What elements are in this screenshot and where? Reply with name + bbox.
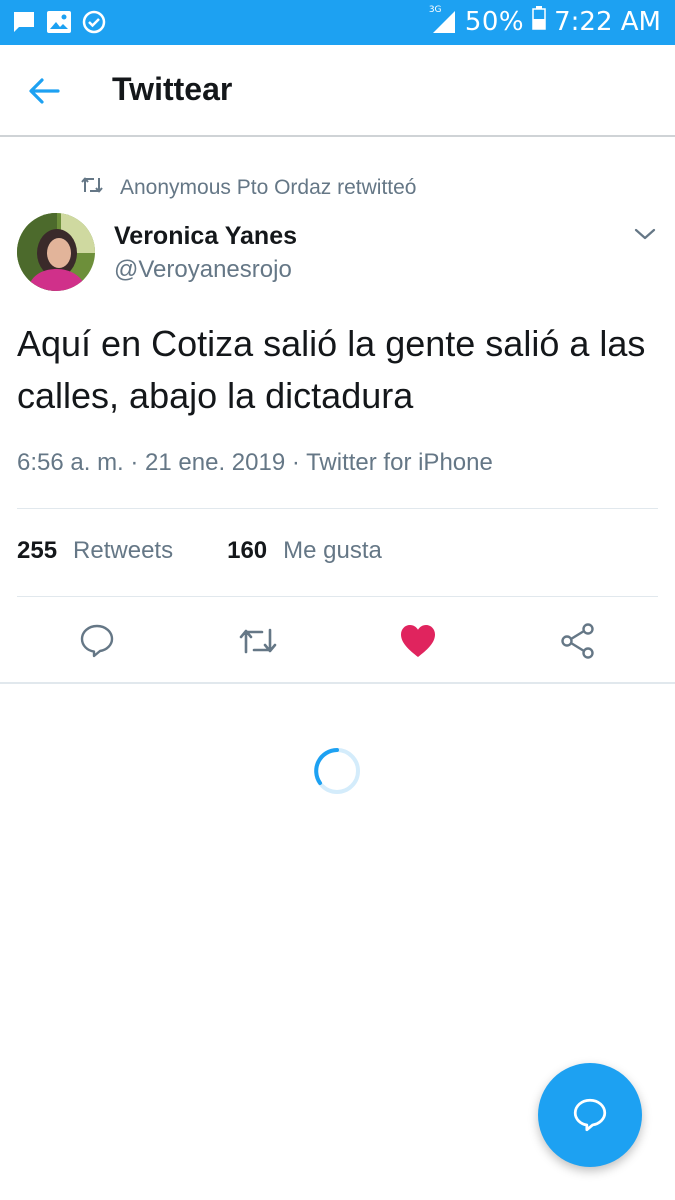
arrow-left-icon xyxy=(29,78,60,104)
back-button[interactable] xyxy=(24,73,64,109)
status-bar: 3G 50% 7:22 AM xyxy=(0,0,675,45)
retweets-label[interactable]: Retweets xyxy=(73,537,173,565)
status-time: 7:22 AM xyxy=(554,6,661,37)
signal-icon: 3G xyxy=(429,5,457,35)
avatar[interactable] xyxy=(17,213,95,291)
tweet-menu-button[interactable] xyxy=(630,222,660,246)
tweet-stats: 255 Retweets 160 Me gusta xyxy=(17,537,382,565)
app-bar: Twittear xyxy=(0,45,675,137)
retweet-button[interactable] xyxy=(232,615,284,667)
chevron-down-icon xyxy=(634,228,656,240)
retweet-icon xyxy=(239,628,277,654)
divider xyxy=(17,508,658,509)
author-name[interactable]: Veronica Yanes xyxy=(114,222,297,251)
battery-icon xyxy=(532,6,546,37)
reply-icon xyxy=(80,624,114,658)
loading-spinner xyxy=(312,746,362,796)
likes-count[interactable]: 160 xyxy=(227,537,267,565)
image-icon xyxy=(46,10,72,39)
share-icon xyxy=(561,623,594,659)
share-button[interactable] xyxy=(552,615,604,667)
retweet-icon xyxy=(80,175,104,201)
retweet-context[interactable]: Anonymous Pto Ordaz retwitteó xyxy=(80,175,416,201)
tweet-text: Aquí en Cotiza salió la gente salió a la… xyxy=(17,323,646,416)
check-circle-icon xyxy=(82,10,106,39)
reply-button[interactable] xyxy=(71,615,123,667)
tweet-meta: 6:56 a. m. · 21 ene. 2019 · Twitter for … xyxy=(17,449,493,476)
status-notifications xyxy=(12,10,106,39)
compose-reply-button[interactable] xyxy=(538,1063,642,1167)
network-type: 3G xyxy=(428,4,442,15)
likes-label[interactable]: Me gusta xyxy=(283,537,382,565)
chat-icon xyxy=(12,10,36,39)
reply-icon xyxy=(573,1098,607,1132)
retweet-context-text: Anonymous Pto Ordaz retwitteó xyxy=(120,176,417,199)
status-system: 3G 50% 7:22 AM xyxy=(429,5,661,37)
divider xyxy=(17,596,658,597)
heart-icon xyxy=(401,625,435,657)
author-handle[interactable]: @Veroyanesrojo xyxy=(114,256,292,284)
divider xyxy=(0,682,675,684)
page-title: Twittear xyxy=(112,71,233,107)
battery-percent: 50% xyxy=(464,6,525,37)
retweets-count[interactable]: 255 xyxy=(17,537,57,565)
like-button[interactable] xyxy=(392,615,444,667)
tweet-actions xyxy=(0,615,675,667)
